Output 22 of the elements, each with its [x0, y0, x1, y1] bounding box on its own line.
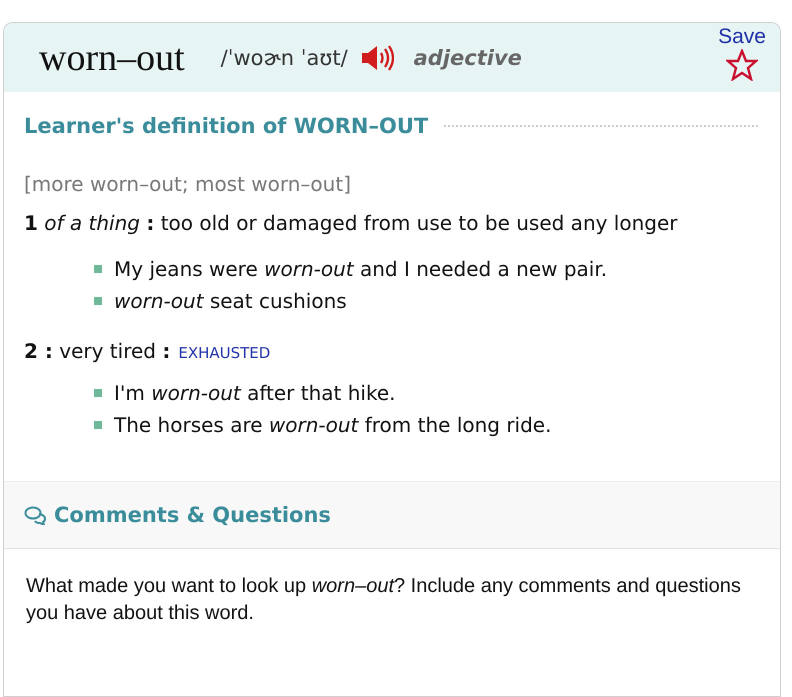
headword: worn–out: [39, 36, 185, 80]
example-sentence: worn-out seat cushions: [114, 288, 347, 315]
synonym-link[interactable]: EXHAUSTED: [178, 344, 270, 362]
bullet-icon: [94, 421, 102, 429]
bullet-icon: [94, 389, 102, 397]
comments-prompt: What made you want to look up worn–out? Include any comments and questions you have about this word.: [26, 574, 742, 626]
example-sentence: The horses are worn-out from the long ride.: [114, 412, 552, 439]
example-sentence: My jeans were worn-out and I needed a new pair.: [114, 256, 608, 283]
speech-bubbles-icon: [24, 505, 48, 525]
star-icon[interactable]: [726, 49, 758, 81]
inflected-forms: [more worn–out; most worn–out]: [24, 172, 352, 196]
bullet-icon: [94, 297, 102, 305]
part-of-speech: adjective: [414, 46, 522, 70]
comments-heading: Comments & Questions: [54, 503, 331, 527]
save-link[interactable]: Save: [718, 25, 766, 49]
example-sentence: I'm worn-out after that hike.: [114, 380, 396, 407]
speaker-icon[interactable]: [360, 44, 394, 72]
sense-definition: 2 : very tired :: [24, 339, 170, 363]
bullet-icon: [94, 265, 102, 273]
pronunciation: /ˈwoɚn ˈaʊt/: [220, 46, 348, 70]
definition-heading: Learner's definition of WORN–OUT: [24, 114, 428, 138]
sense-definition: 1 of a thing : too old or damaged from use to be used any longer: [24, 210, 678, 237]
